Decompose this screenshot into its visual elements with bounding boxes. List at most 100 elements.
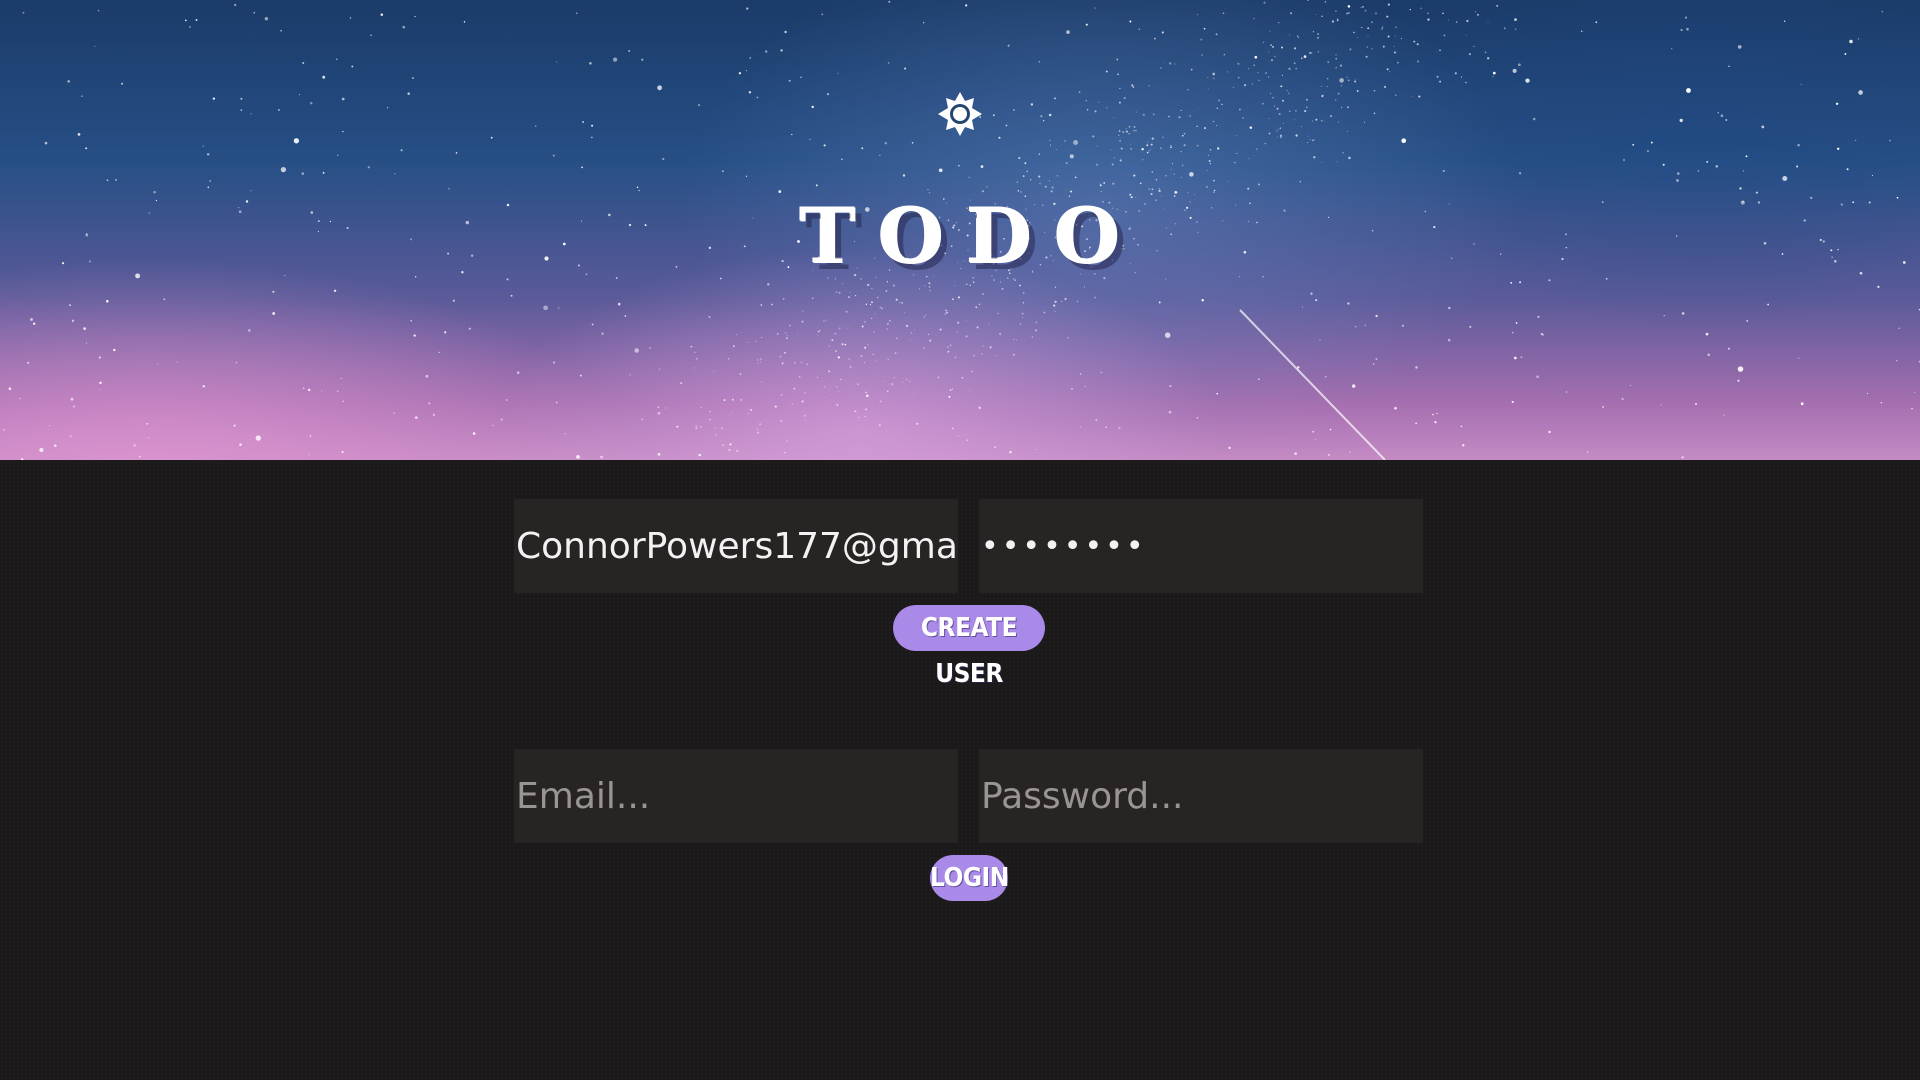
star (1218, 99, 1221, 102)
star (1329, 428, 1332, 431)
star (206, 152, 210, 156)
star (1268, 51, 1270, 53)
star (184, 19, 187, 22)
star (1118, 101, 1121, 104)
star (1055, 148, 1058, 151)
star (410, 320, 412, 322)
star (1486, 57, 1490, 60)
star (966, 439, 968, 441)
star (815, 184, 818, 187)
star (1136, 111, 1138, 113)
star (69, 435, 72, 438)
create-user-button[interactable]: CREATE USER (893, 605, 1045, 689)
star (1009, 451, 1012, 454)
star (1054, 310, 1056, 313)
star (1283, 122, 1285, 124)
star (928, 282, 931, 285)
star (1116, 58, 1119, 61)
star (1676, 172, 1680, 175)
star (981, 353, 983, 355)
star (923, 22, 925, 24)
star (883, 380, 885, 382)
star (1496, 4, 1499, 7)
star (901, 302, 903, 304)
star (1321, 94, 1324, 97)
star (1216, 147, 1220, 150)
star (1112, 182, 1115, 185)
star (811, 297, 814, 300)
star (1018, 157, 1021, 160)
signup-password-input[interactable] (979, 499, 1423, 593)
star (906, 324, 909, 327)
star (864, 346, 867, 349)
star (1239, 108, 1241, 111)
star (581, 166, 583, 169)
star (425, 374, 429, 378)
star (1469, 325, 1472, 328)
sun-icon[interactable] (938, 92, 982, 136)
star (302, 387, 305, 390)
star (1051, 186, 1054, 189)
app-title: TODO (799, 192, 1143, 281)
login-button[interactable]: LOGIN (930, 855, 1009, 901)
star (925, 314, 927, 316)
star (854, 294, 857, 297)
star (1310, 292, 1313, 295)
star (1100, 371, 1103, 374)
star (806, 363, 808, 366)
star (709, 316, 711, 318)
star (1258, 378, 1260, 380)
star (402, 25, 406, 29)
login-password-input[interactable] (979, 749, 1423, 843)
star (1110, 149, 1112, 151)
star (189, 26, 191, 28)
star (1723, 414, 1725, 416)
star (1317, 33, 1319, 35)
star (233, 424, 236, 427)
star (468, 327, 471, 330)
star (944, 313, 946, 315)
star (1105, 70, 1108, 73)
star (1150, 143, 1153, 146)
star (1200, 38, 1203, 41)
star (22, 11, 25, 14)
star (1061, 300, 1063, 303)
star (1339, 78, 1344, 83)
star (841, 282, 843, 284)
star (823, 386, 826, 388)
star (638, 189, 640, 192)
star (1026, 170, 1028, 173)
star (715, 434, 718, 436)
star (821, 13, 824, 16)
star (407, 92, 410, 95)
star (1022, 175, 1025, 177)
signup-email-input[interactable] (514, 499, 958, 593)
star (879, 154, 881, 156)
star (1448, 306, 1451, 310)
star (49, 425, 51, 427)
star (1111, 163, 1114, 166)
star (891, 383, 894, 386)
star (239, 443, 242, 446)
star (1035, 321, 1038, 324)
star (1511, 331, 1514, 334)
star (817, 334, 819, 336)
star (322, 75, 326, 79)
star (1327, 78, 1329, 80)
star (1401, 324, 1404, 327)
star (1019, 284, 1021, 287)
star (844, 343, 847, 346)
star (248, 329, 251, 332)
star (1160, 67, 1162, 69)
star (1280, 85, 1283, 88)
star (708, 315, 710, 318)
star (867, 343, 869, 346)
star (992, 114, 995, 117)
star (1680, 28, 1683, 32)
star (308, 454, 310, 456)
star (1293, 62, 1296, 65)
star (617, 302, 621, 306)
star (759, 423, 762, 426)
login-email-input[interactable] (514, 749, 958, 843)
star (1671, 47, 1673, 50)
